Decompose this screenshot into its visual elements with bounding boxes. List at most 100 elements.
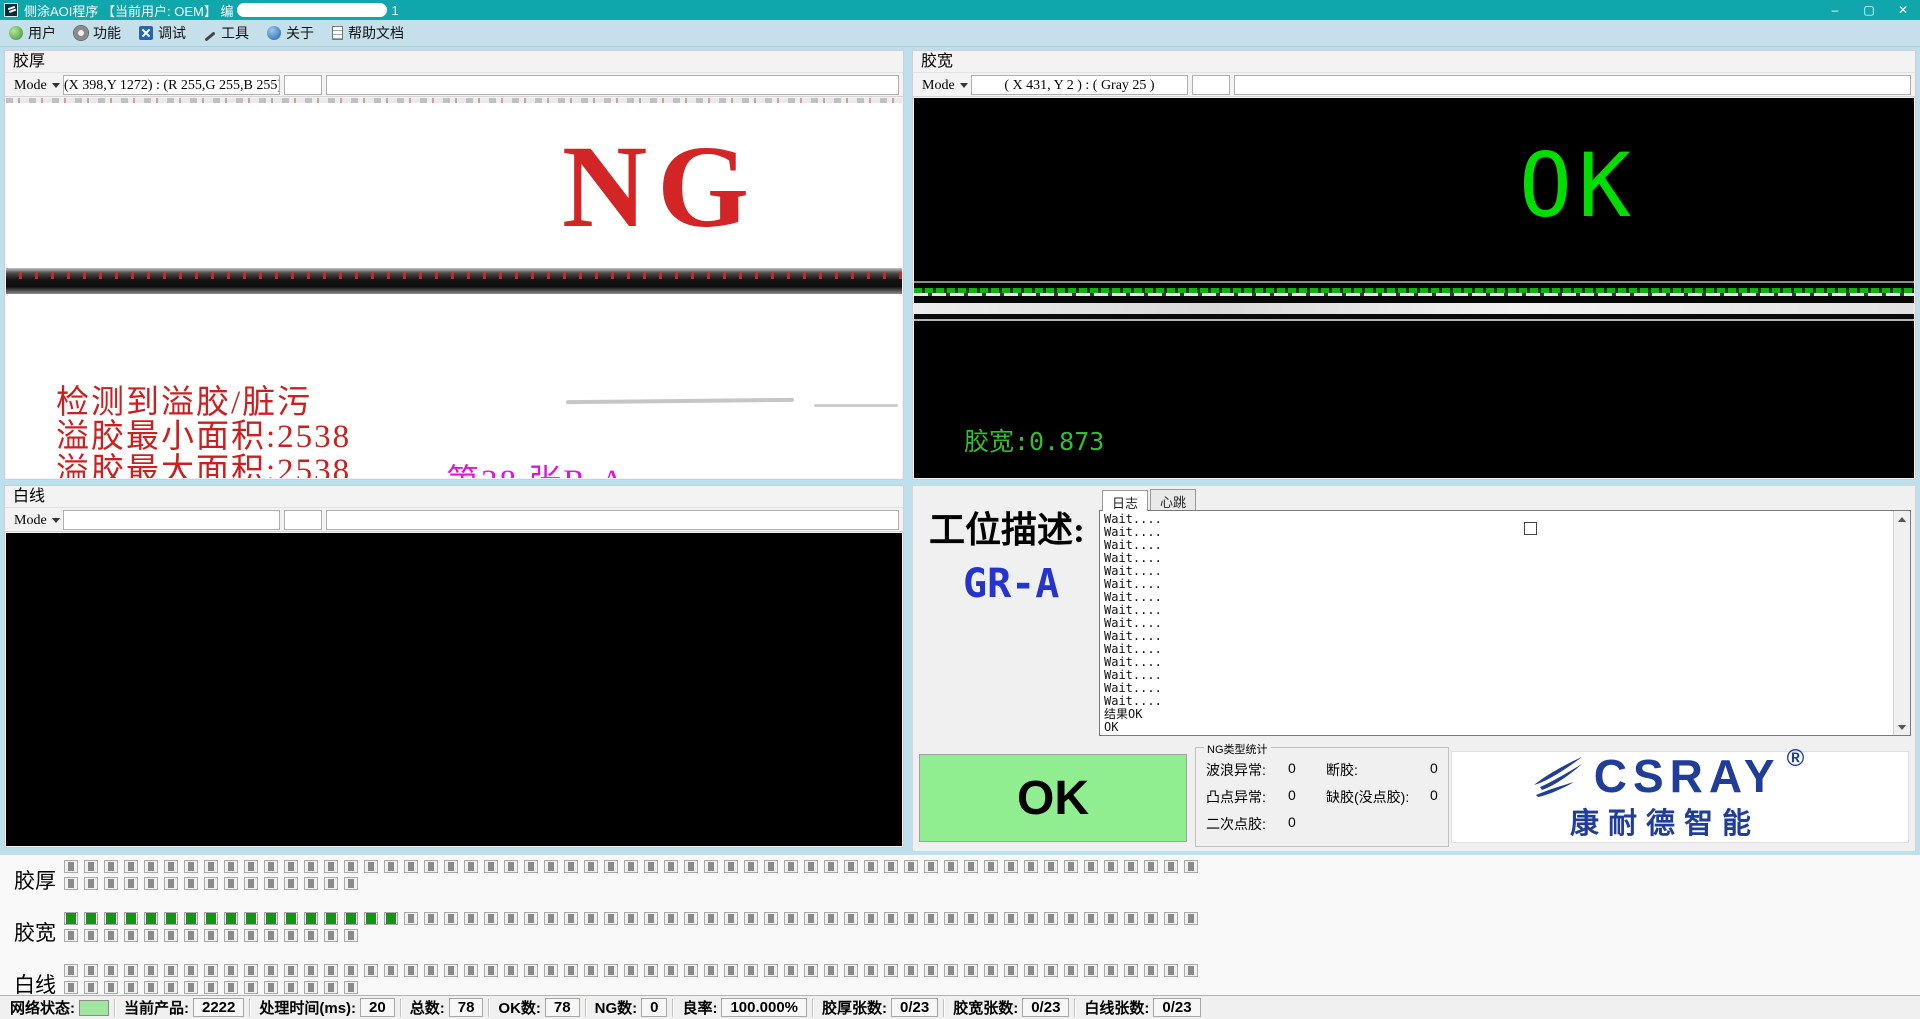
indicator-cell xyxy=(764,964,778,977)
indicator-cell xyxy=(244,860,258,873)
indicator-cell xyxy=(84,912,98,925)
tab-log[interactable]: 日志 xyxy=(1102,490,1148,511)
indicator-cell xyxy=(144,981,158,994)
status-value: 0/23 xyxy=(1153,998,1200,1017)
tab-heartbeat[interactable]: 心跳 xyxy=(1150,489,1196,510)
indicator-cell xyxy=(284,964,298,977)
scroll-up-icon[interactable] xyxy=(1894,511,1910,527)
indicator-cell xyxy=(184,860,198,873)
indicator-cell xyxy=(964,860,978,873)
indicator-cell xyxy=(1084,912,1098,925)
indicator-panel: 胶厚胶宽白线 xyxy=(0,855,1920,995)
indicator-cell xyxy=(64,964,78,977)
mode-dropdown[interactable]: Mode xyxy=(10,511,64,530)
white-line-image[interactable] xyxy=(6,533,902,846)
indicator-cell xyxy=(1164,912,1178,925)
log-scrollbar[interactable] xyxy=(1893,511,1910,735)
log-checkbox[interactable] xyxy=(1524,522,1537,535)
panel-toolbar: Mode xyxy=(5,508,903,532)
indicator-cell xyxy=(164,929,178,942)
indicator-cell xyxy=(284,929,298,942)
indicator-cell xyxy=(924,860,938,873)
indicator-cell xyxy=(984,964,998,977)
indicator-cell xyxy=(584,860,598,873)
indicator-cell xyxy=(204,877,218,890)
indicator-cell xyxy=(544,860,558,873)
indicator-cell xyxy=(84,929,98,942)
indicator-cell xyxy=(144,929,158,942)
status-separator xyxy=(672,999,673,1017)
menu-bar: 用户 功能 调试 工具 关于 帮助文档 xyxy=(0,20,1920,47)
scroll-down-icon[interactable] xyxy=(1894,719,1910,735)
menu-item-function[interactable]: 功能 xyxy=(65,20,130,46)
indicator-cell xyxy=(664,860,678,873)
frame-label-text: 第38 张R-A xyxy=(446,454,626,478)
status-label: 胶厚张数: xyxy=(822,997,887,1018)
glue-thickness-image[interactable]: NG 检测到溢胶/脏污 溢胶最小面积:2538 溢胶最大面积:2538 第38 … xyxy=(6,98,902,478)
log-line: Wait.... xyxy=(1104,539,1906,552)
pixel-coordinate-readout: (X 398,Y 1272) : (R 255,G 255,B 255) xyxy=(63,75,280,95)
log-line: Wait.... xyxy=(1104,669,1906,682)
indicator-cell xyxy=(1024,860,1038,873)
indicator-cell xyxy=(704,912,718,925)
menu-item-debug[interactable]: 调试 xyxy=(130,20,195,46)
mode-dropdown[interactable]: Mode xyxy=(10,76,64,95)
log-line: Wait.... xyxy=(1104,552,1906,565)
indicator-cell xyxy=(264,877,278,890)
log-line: Wait.... xyxy=(1104,656,1906,669)
indicator-cell xyxy=(104,929,118,942)
indicator-cell xyxy=(1184,964,1198,977)
indicator-cell xyxy=(1004,964,1018,977)
menu-item-about[interactable]: 关于 xyxy=(258,20,323,46)
indicator-cell xyxy=(244,929,258,942)
indicator-cell xyxy=(84,964,98,977)
stat-label: 缺胶(没点胶): xyxy=(1326,787,1430,807)
menu-item-tools[interactable]: 工具 xyxy=(195,20,258,46)
indicator-cell xyxy=(1104,860,1118,873)
close-button[interactable]: ✕ xyxy=(1886,0,1920,20)
minimize-button[interactable]: – xyxy=(1818,0,1852,20)
indicator-cell xyxy=(1184,912,1198,925)
log-line: 结果OK xyxy=(1104,708,1906,721)
glue-line-strip xyxy=(914,281,1914,321)
indicator-cell xyxy=(464,860,478,873)
indicator-cell xyxy=(604,912,618,925)
indicator-cell xyxy=(684,912,698,925)
menu-item-user[interactable]: 用户 xyxy=(0,20,65,46)
result-text-ok: OK xyxy=(1519,142,1637,230)
status-label: 白线张数: xyxy=(1084,997,1149,1018)
indicator-cell xyxy=(784,860,798,873)
indicator-cell xyxy=(164,912,178,925)
indicator-cell xyxy=(124,860,138,873)
debug-icon xyxy=(139,26,153,40)
menu-label: 帮助文档 xyxy=(348,23,404,43)
overall-result-button[interactable]: OK xyxy=(919,754,1187,842)
log-line: Wait.... xyxy=(1104,604,1906,617)
indicator-group-label: 胶宽 xyxy=(14,917,60,947)
indicator-cell xyxy=(684,964,698,977)
about-icon xyxy=(267,26,281,40)
indicator-cell xyxy=(324,912,338,925)
indicator-cell xyxy=(1124,912,1138,925)
indicator-cell xyxy=(824,964,838,977)
indicator-cell xyxy=(344,964,358,977)
menu-item-help[interactable]: 帮助文档 xyxy=(323,20,413,46)
indicator-cell xyxy=(664,964,678,977)
indicator-cell xyxy=(284,912,298,925)
indicator-cell xyxy=(324,929,338,942)
indicator-cell xyxy=(124,964,138,977)
status-value: 2222 xyxy=(193,998,244,1017)
indicator-cell xyxy=(504,860,518,873)
indicator-cell xyxy=(324,964,338,977)
station-description-label: 工位描述: xyxy=(929,501,1085,553)
log-list[interactable]: Wait....Wait....Wait....Wait....Wait....… xyxy=(1099,510,1911,736)
indicator-cell xyxy=(144,877,158,890)
glue-width-image[interactable]: OK 胶宽:0.873 xyxy=(914,98,1914,478)
mode-dropdown[interactable]: Mode xyxy=(918,76,972,95)
log-line: Wait.... xyxy=(1104,617,1906,630)
indicator-cell xyxy=(864,912,878,925)
indicator-cell xyxy=(344,860,358,873)
maximize-button[interactable]: ▢ xyxy=(1852,0,1886,20)
stat-value: 0 xyxy=(1430,760,1450,780)
status-separator xyxy=(812,999,813,1017)
